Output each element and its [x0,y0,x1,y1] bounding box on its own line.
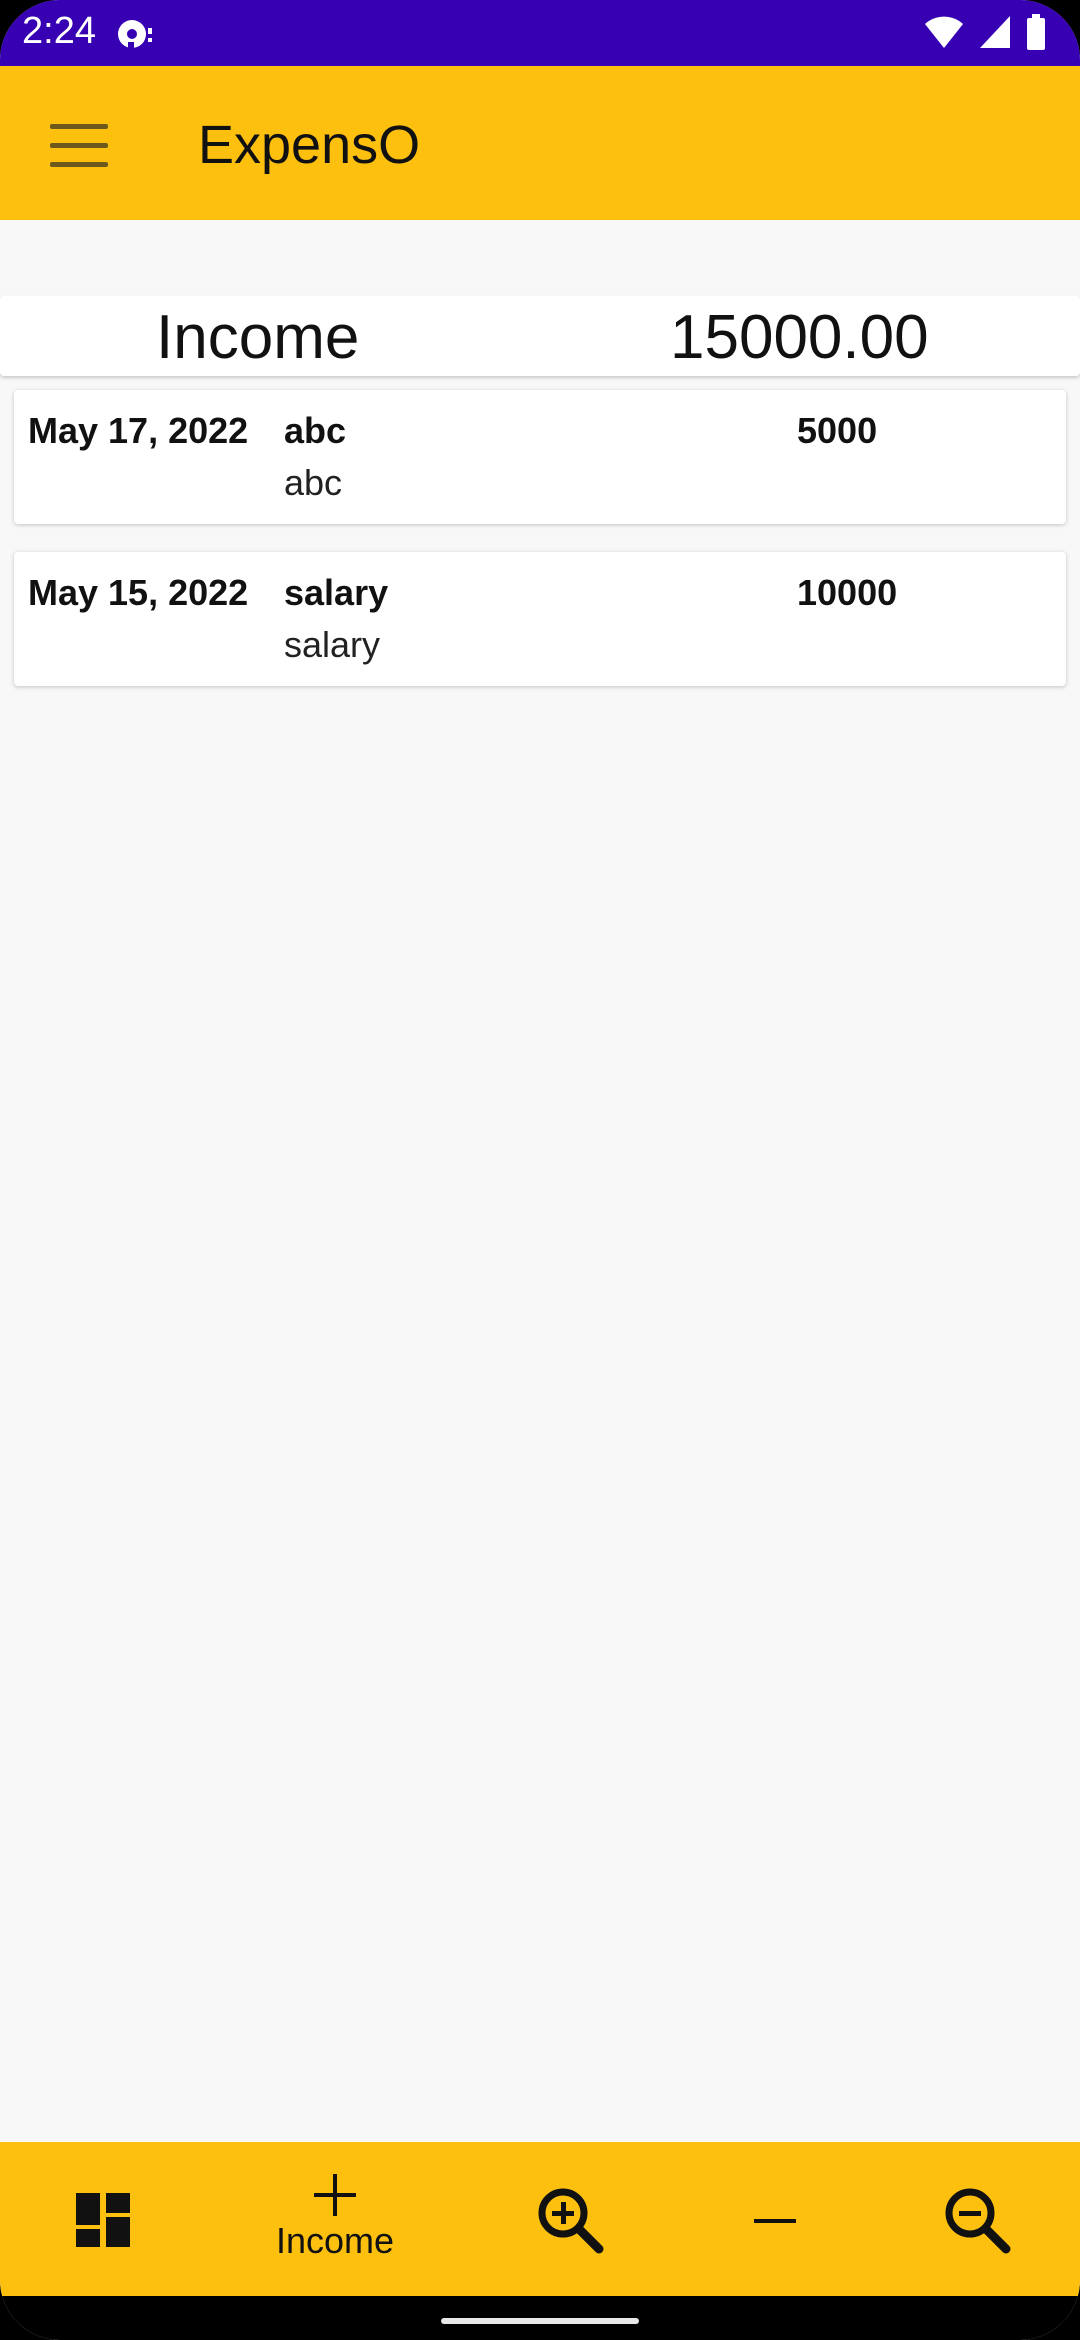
battery-icon [1027,14,1045,50]
status-icons [924,14,1046,50]
summary-total: 15000.00 [670,303,929,372]
minus-icon [754,2219,796,2223]
menu-button[interactable] [40,114,114,174]
list-item[interactable]: May 15, 2022 salary 10000 salary [14,552,1066,686]
entry-title: salary [284,572,389,613]
hamburger-menu-icon [40,114,114,167]
signal-icon [980,16,1010,48]
income-summary: Income 15000.00 [0,296,1080,376]
app-title: ExpensO [198,115,421,175]
dashboard-icon [76,2193,130,2247]
zoom-out-icon [945,2188,1011,2254]
remove-button[interactable] [720,2142,830,2296]
zoom-out-button[interactable] [922,2142,1032,2296]
wifi-icon [925,16,963,48]
status-time: 2:24 [22,10,96,52]
entry-date: May 15, 2022 [28,572,249,613]
zoom-in-icon [538,2188,604,2254]
app-bar: ExpensO [0,66,1080,220]
entry-note: salary [284,624,381,665]
gesture-bar [0,2296,1080,2340]
entry-note: abc [284,462,343,503]
plus-icon [314,2174,356,2216]
list-item[interactable]: May 17, 2022 abc 5000 abc [14,390,1066,524]
add-income-button[interactable]: Income [250,2142,420,2296]
entry-title: abc [284,410,347,451]
dashboard-button[interactable] [48,2142,158,2296]
status-bar: 2:24 [0,0,1080,66]
home-gesture-handle[interactable] [441,2318,639,2324]
zoom-in-button[interactable] [515,2142,625,2296]
entry-date: May 17, 2022 [28,410,249,451]
entry-amount: 5000 [797,410,878,451]
app-screen: 2:24 ExpensO Income 15000.00 May 17, 202… [0,0,1080,2340]
summary-label: Income [156,303,360,372]
add-income-label: Income [275,2220,395,2261]
entry-amount: 10000 [797,572,898,613]
sync-icon [118,20,152,48]
bottom-toolbar: Income [0,2142,1080,2296]
